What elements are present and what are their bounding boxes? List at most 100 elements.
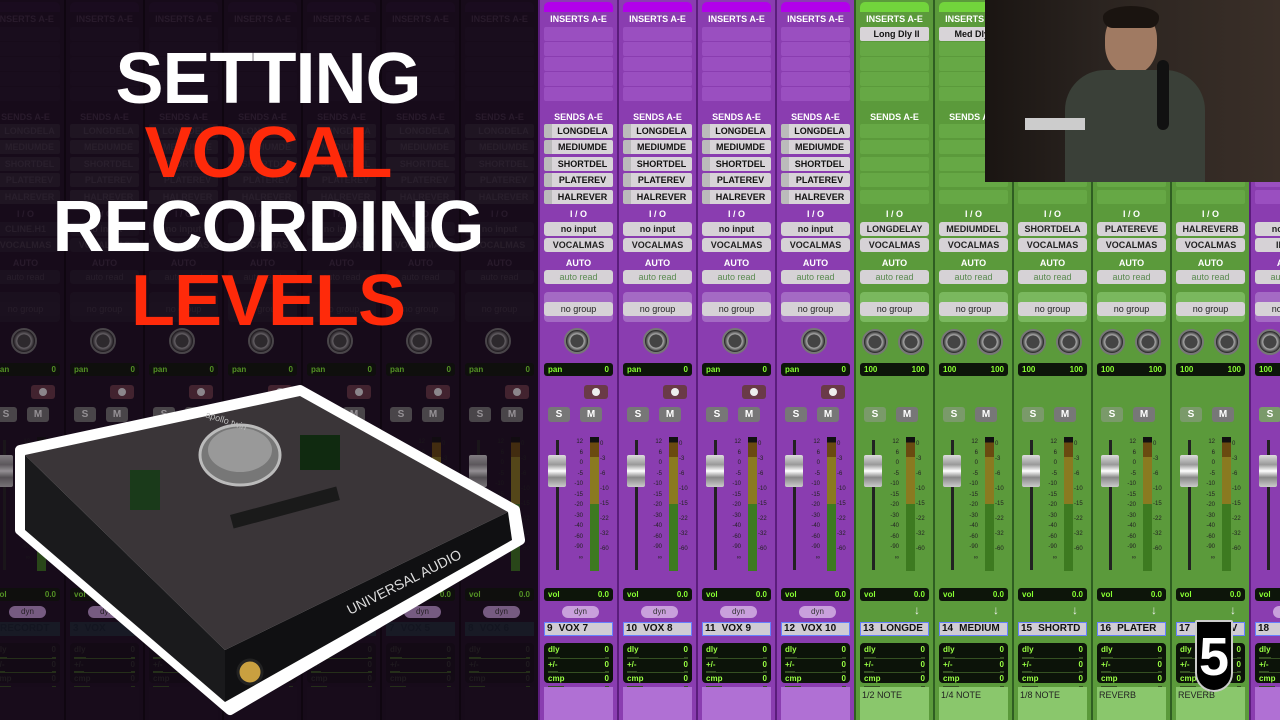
comments-field[interactable] — [781, 687, 850, 720]
insert-slot[interactable] — [781, 87, 850, 101]
comments-field[interactable] — [623, 687, 692, 720]
output-selector[interactable]: VOCALMAS — [860, 238, 929, 252]
volume-readout[interactable]: vol 0.0 — [1018, 588, 1087, 601]
send-slot[interactable] — [860, 124, 929, 138]
pan-readout[interactable]: pan 0 — [544, 363, 613, 376]
insert-slot[interactable] — [544, 87, 613, 101]
insert-slot[interactable] — [702, 57, 771, 71]
insert-slot[interactable] — [544, 57, 613, 71]
comments-field[interactable] — [544, 687, 613, 720]
solo-button[interactable]: S — [1101, 407, 1123, 422]
pan-knob-right[interactable] — [898, 329, 924, 355]
track-name[interactable]: 15 SHORTD — [1018, 622, 1087, 636]
input-selector[interactable]: MEDIUMDEL — [939, 222, 1008, 236]
send-slot[interactable]: MEDIUMDE — [623, 140, 692, 155]
group-selector[interactable]: no group — [1018, 302, 1087, 316]
pan-knob-left[interactable] — [1099, 329, 1125, 355]
volume-readout[interactable]: vol 0.0 — [1097, 588, 1166, 601]
track-name[interactable]: 11 VOX 9 — [702, 622, 771, 636]
send-slot[interactable]: SHORTDEL — [623, 156, 692, 171]
pan-knob-left[interactable] — [1020, 329, 1046, 355]
comments-field[interactable]: 1/4 NOTE — [939, 687, 1008, 720]
insert-slot[interactable] — [860, 87, 929, 101]
volume-fader-handle[interactable] — [785, 455, 803, 487]
pan-knob-left[interactable] — [862, 329, 888, 355]
dyn-button[interactable]: dyn — [562, 606, 599, 618]
volume-fader-handle[interactable] — [864, 455, 882, 487]
volume-fader-handle[interactable] — [627, 455, 645, 487]
insert-slot[interactable] — [860, 42, 929, 56]
pan-knob-left[interactable] — [1257, 329, 1280, 355]
insert-slot[interactable] — [544, 27, 613, 41]
pan-readout[interactable]: pan 0 — [70, 363, 139, 376]
pan-readout[interactable]: 100100 — [860, 363, 929, 376]
insert-slot[interactable] — [702, 42, 771, 56]
solo-button[interactable]: S — [706, 407, 728, 422]
send-slot[interactable]: MEDIUMDE — [781, 140, 850, 155]
group-selector[interactable]: no group — [1176, 302, 1245, 316]
solo-button[interactable]: S — [1022, 407, 1044, 422]
send-slot[interactable]: HALREVER — [702, 189, 771, 204]
volume-readout[interactable]: vol 0.0 — [939, 588, 1008, 601]
group-selector[interactable]: no group — [1255, 302, 1280, 316]
insert-slot[interactable] — [781, 57, 850, 71]
solo-button[interactable]: S — [785, 407, 807, 422]
pan-knob-right[interactable] — [977, 329, 1003, 355]
mute-button[interactable]: M — [659, 407, 681, 422]
send-slot[interactable]: SHORTDEL — [781, 156, 850, 171]
send-slot[interactable]: MEDIUMDE — [702, 140, 771, 155]
track-name[interactable]: 12 VOX 10 — [781, 622, 850, 636]
input-selector[interactable]: no input — [781, 222, 850, 236]
insert-slot[interactable] — [623, 72, 692, 86]
pan-knob-right[interactable] — [1135, 329, 1161, 355]
send-slot[interactable] — [1018, 189, 1087, 204]
send-slot[interactable]: LONGDELA — [781, 124, 850, 138]
pan-readout[interactable]: pan 0 — [149, 363, 218, 376]
pan-readout[interactable]: pan 0 — [465, 363, 534, 376]
pan-knob[interactable] — [643, 328, 669, 354]
group-selector[interactable]: no group — [702, 302, 771, 316]
group-selector[interactable]: no group — [623, 302, 692, 316]
send-slot[interactable] — [860, 189, 929, 204]
volume-fader-handle[interactable] — [1101, 455, 1119, 487]
track-name[interactable]: 16 PLATER — [1097, 622, 1166, 636]
volume-readout[interactable]: vol 0.0 — [860, 588, 929, 601]
insert-slot[interactable] — [623, 27, 692, 41]
mute-button[interactable]: M — [1054, 407, 1076, 422]
pan-readout[interactable]: 100100 — [1018, 363, 1087, 376]
solo-button[interactable]: S — [943, 407, 965, 422]
volume-fader-handle[interactable] — [1259, 455, 1277, 487]
send-slot[interactable] — [860, 140, 929, 155]
solo-button[interactable]: S — [1180, 407, 1202, 422]
comments-field[interactable]: REVERB — [1176, 687, 1245, 720]
input-selector[interactable]: PLATEREVE — [1097, 222, 1166, 236]
send-slot[interactable]: LONGDELA — [544, 124, 613, 138]
insert-slot[interactable] — [702, 87, 771, 101]
send-slot[interactable] — [1255, 189, 1280, 204]
comments-field[interactable] — [1255, 687, 1280, 720]
insert-slot[interactable] — [702, 27, 771, 41]
mute-button[interactable]: M — [896, 407, 918, 422]
insert-slot[interactable] — [781, 42, 850, 56]
track-name[interactable]: 9 VOX 7 — [544, 622, 613, 636]
dyn-button[interactable]: dyn — [641, 606, 678, 618]
dyn-button[interactable]: dyn — [1273, 606, 1280, 618]
pan-readout[interactable]: pan 0 — [781, 363, 850, 376]
pan-knob-left[interactable] — [941, 329, 967, 355]
insert-slot[interactable] — [623, 57, 692, 71]
pan-readout[interactable]: 100100 — [939, 363, 1008, 376]
dyn-button[interactable]: dyn — [799, 606, 836, 618]
volume-fader-handle[interactable] — [706, 455, 724, 487]
pan-readout[interactable]: pan 0 — [228, 363, 297, 376]
pan-readout[interactable]: 100100 — [1255, 363, 1280, 376]
insert-slot[interactable] — [860, 72, 929, 86]
group-selector[interactable]: no group — [860, 302, 929, 316]
automation-mode-selector[interactable]: auto read — [1176, 270, 1245, 284]
pan-readout[interactable]: 100100 — [1176, 363, 1245, 376]
insert-slot[interactable] — [465, 27, 534, 41]
send-slot[interactable]: SHORTDEL — [544, 156, 613, 171]
group-selector[interactable]: no group — [781, 302, 850, 316]
input-selector[interactable]: no input — [544, 222, 613, 236]
volume-fader-handle[interactable] — [548, 455, 566, 487]
automation-mode-selector[interactable]: auto read — [860, 270, 929, 284]
